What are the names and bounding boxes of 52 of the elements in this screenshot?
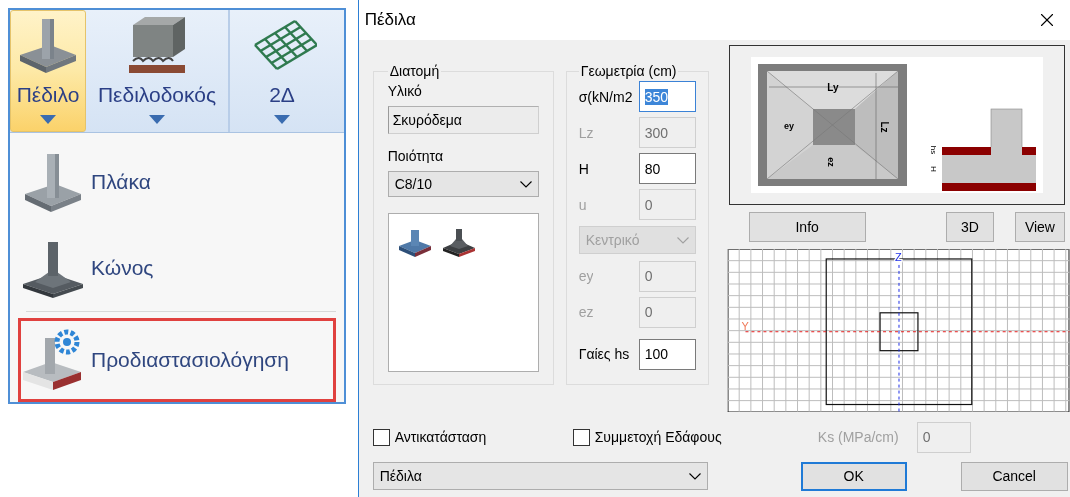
type-dropdown[interactable]: Πέδιλα	[372, 462, 708, 490]
chevron-down-icon	[676, 236, 689, 244]
group-title: Γεωμετρία (cm)	[579, 63, 678, 79]
field-value: 0	[644, 268, 653, 285]
footing-diagram-drawing: Ly ey Lz ez H hs	[750, 56, 1043, 193]
view-button[interactable]: 3D	[945, 211, 995, 242]
field-label: Ποιότητα	[387, 148, 445, 163]
dialog-button[interactable]: OK	[800, 461, 907, 491]
field-label: u	[578, 196, 587, 213]
field-value: 100	[644, 346, 669, 363]
checkbox-box[interactable]	[372, 428, 390, 446]
caret-icon	[40, 115, 56, 124]
menu-item[interactable]: Κώνος	[18, 225, 336, 311]
number-field[interactable]: 80	[638, 153, 696, 185]
view-button[interactable]: Info	[748, 211, 866, 242]
field-value: 0	[644, 304, 653, 321]
checkbox-label: Αντικατάσταση	[394, 429, 487, 445]
checkbox-label: Συμμετοχή Εδάφους	[594, 429, 722, 445]
field-value: 0	[644, 196, 653, 213]
quality-dropdown[interactable]: C8/10	[387, 170, 539, 198]
chevron-down-icon	[519, 180, 532, 188]
window-title: Πέδιλα	[364, 10, 416, 30]
checkbox-box[interactable]	[572, 428, 590, 446]
material-field[interactable]: Σκυρόδεμα	[387, 105, 539, 135]
ribbon-button[interactable]: Πέδιλο	[10, 10, 86, 132]
caret-icon	[149, 115, 165, 124]
footing-plate-icon[interactable]	[396, 228, 433, 259]
dialog-button[interactable]: Cancel	[960, 461, 1068, 491]
field-label: ey	[578, 268, 594, 285]
group-title: Διατομή	[388, 63, 441, 79]
number-field[interactable]: 100	[638, 338, 696, 370]
field-label: H	[578, 160, 589, 177]
footing-cone-icon[interactable]	[440, 228, 477, 259]
field-value: 350	[644, 88, 669, 105]
number-field[interactable]: 350	[638, 81, 696, 113]
view-button[interactable]: View	[1015, 211, 1065, 242]
field-label: Ks (MPa/cm)	[817, 429, 899, 445]
menu-item[interactable]: Πλάκα	[18, 139, 336, 225]
caret-icon	[274, 115, 290, 124]
field-label: Γαίες hs	[578, 346, 630, 363]
checkbox[interactable]: Συμμετοχή Εδάφους	[572, 428, 722, 446]
ribbon-button[interactable]: Πεδιλοδοκός	[86, 10, 228, 132]
field-value: 80	[644, 160, 661, 177]
chevron-down-icon	[688, 472, 701, 480]
ribbon-button[interactable]: 2Δ	[236, 10, 328, 132]
field-label: ez	[578, 304, 594, 321]
checkbox[interactable]: Αντικατάσταση	[372, 428, 487, 446]
field-label: Lz	[578, 124, 594, 141]
field-value: 300	[644, 124, 669, 141]
field-label: Υλικό	[387, 83, 423, 98]
menu-item[interactable]: Προδιαστασιολόγηση	[18, 318, 336, 402]
field-label: σ(kN/m2	[578, 88, 633, 105]
